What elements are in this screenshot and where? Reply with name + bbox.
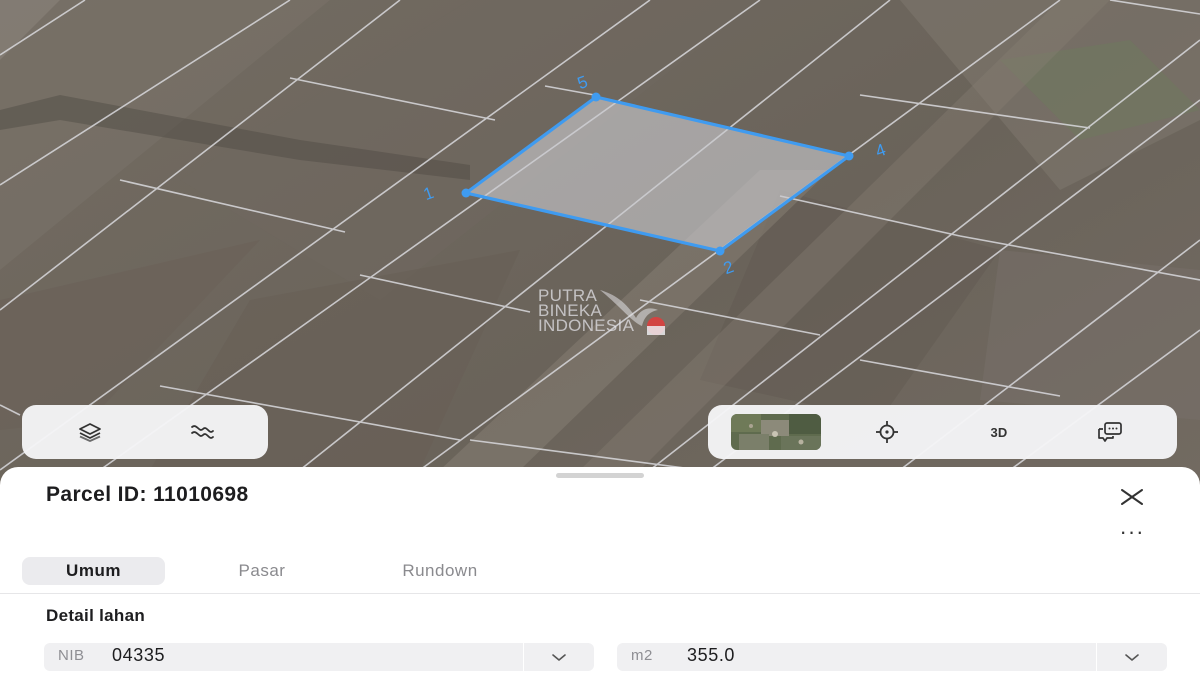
close-button[interactable] bbox=[1118, 483, 1146, 511]
bird-logo-icon bbox=[600, 290, 665, 335]
area-value: 355.0 bbox=[687, 645, 736, 665]
layers-button[interactable] bbox=[66, 405, 114, 459]
tab-umum[interactable]: Umum bbox=[22, 557, 165, 585]
sheet-grab-handle[interactable] bbox=[556, 473, 644, 478]
chat-button[interactable] bbox=[1086, 405, 1134, 459]
chat-icon bbox=[1098, 422, 1122, 442]
satellite-thumbnail-icon bbox=[731, 414, 821, 450]
route-button[interactable] bbox=[178, 405, 226, 459]
tabs-divider bbox=[0, 593, 1200, 594]
section-title: Detail lahan bbox=[46, 606, 146, 625]
3d-toggle-button[interactable]: 3D bbox=[976, 405, 1022, 459]
tab-pasar[interactable]: Pasar bbox=[187, 557, 337, 585]
more-options-button[interactable]: ··· bbox=[1116, 521, 1148, 545]
chevron-down-icon[interactable] bbox=[550, 651, 568, 663]
nib-value: 04335 bbox=[112, 645, 166, 665]
area-prefix: m2 bbox=[631, 647, 653, 664]
layers-icon bbox=[79, 423, 101, 442]
crosshair-icon bbox=[876, 421, 898, 443]
tab-rundown[interactable]: Rundown bbox=[340, 557, 540, 585]
nib-field[interactable]: NIB 04335 bbox=[44, 643, 594, 671]
map-tools-right: 3D bbox=[708, 405, 1177, 459]
parcel-vertex[interactable] bbox=[715, 246, 725, 256]
basemap-thumbnail[interactable] bbox=[731, 414, 821, 450]
nib-prefix: NIB bbox=[58, 647, 85, 664]
watermark: PUTRA BINEKA INDONESIA bbox=[538, 287, 678, 344]
parcel-vertex[interactable] bbox=[591, 92, 601, 102]
parcel-detail-sheet: Parcel ID: 11010698 ··· Umum Pasar Rundo… bbox=[0, 467, 1200, 680]
area-field[interactable]: m2 355.0 bbox=[617, 643, 1167, 671]
parcel-vertex[interactable] bbox=[844, 151, 854, 161]
map-tools-left bbox=[22, 405, 268, 459]
locate-button[interactable] bbox=[864, 405, 910, 459]
route-icon bbox=[191, 425, 214, 439]
close-icon bbox=[1121, 489, 1143, 505]
parcel-vertex[interactable] bbox=[461, 188, 471, 198]
field-separator bbox=[523, 643, 524, 671]
parcel-title: Parcel ID: 11010698 bbox=[46, 483, 249, 506]
field-separator bbox=[1096, 643, 1097, 671]
chevron-down-icon[interactable] bbox=[1123, 651, 1141, 663]
